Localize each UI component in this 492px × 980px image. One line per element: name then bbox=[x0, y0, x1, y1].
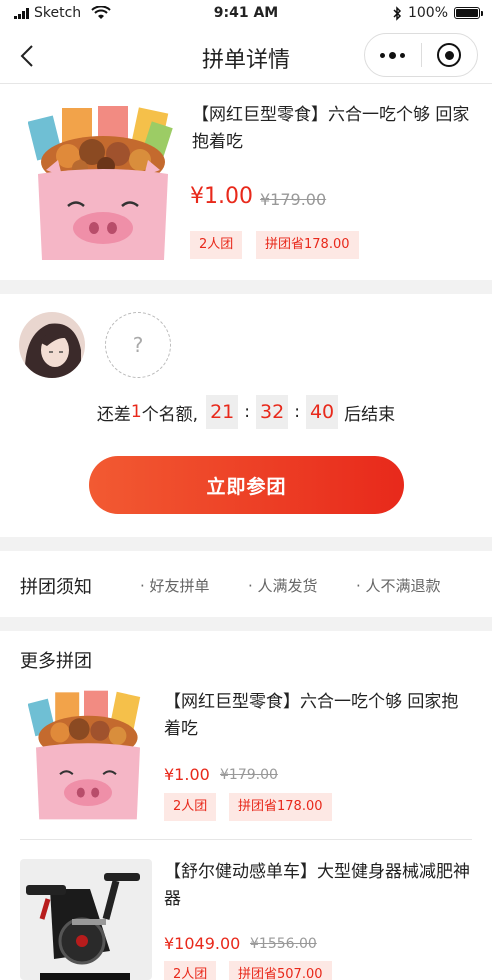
more-dots-icon bbox=[380, 51, 406, 59]
savings-tag: 拼团省178.00 bbox=[229, 793, 332, 821]
group-panel: ? 还差 1 个名额, 21 : 32 : 40 后结束 立即参团 bbox=[0, 294, 492, 537]
product-image bbox=[20, 859, 152, 980]
mini-program-capsule bbox=[364, 33, 478, 77]
remaining-suffix: 个名额, bbox=[141, 404, 199, 425]
status-bar: Sketch 9:41 AM 100% bbox=[0, 0, 492, 28]
savings-tag: 拼团省178.00 bbox=[256, 231, 359, 259]
item-price: ¥1.00 bbox=[164, 765, 210, 784]
product-image bbox=[28, 104, 178, 262]
more-groups-title: 更多拼团 bbox=[20, 651, 92, 672]
join-group-button[interactable]: 立即参团 bbox=[89, 456, 404, 514]
more-button[interactable] bbox=[365, 34, 421, 76]
member-avatar bbox=[19, 312, 85, 378]
ends-label: 后结束 bbox=[344, 404, 396, 425]
group-rules[interactable]: 拼团须知 · 好友拼单 · 人满发货 · 人不满退款 bbox=[0, 551, 492, 617]
close-program-button[interactable] bbox=[421, 34, 477, 76]
nav-bar: 拼单详情 bbox=[0, 28, 492, 84]
bluetooth-icon bbox=[393, 5, 402, 21]
list-item[interactable]: 【舒尔健动感单车】大型健身器械减肥神器 ¥1049.00 ¥1556.00 2人… bbox=[0, 849, 492, 980]
item-title: 【舒尔健动感单车】大型健身器械减肥神器 bbox=[164, 862, 470, 909]
group-size-tag: 2人团 bbox=[164, 961, 217, 980]
savings-tag: 拼团省507.00 bbox=[229, 961, 332, 980]
rule-item: · 好友拼单 bbox=[140, 577, 210, 595]
group-size-tag: 2人团 bbox=[190, 231, 243, 259]
target-icon bbox=[437, 43, 462, 67]
battery-fill bbox=[456, 9, 478, 17]
item-original-price: ¥179.00 bbox=[220, 767, 278, 783]
item-title: 【网红巨型零食】六合一吃个够 回家抱着吃 bbox=[164, 692, 459, 739]
item-original-price: ¥1556.00 bbox=[250, 936, 317, 952]
countdown-separator: : bbox=[294, 402, 300, 422]
battery-percent: 100% bbox=[407, 5, 448, 21]
list-item[interactable]: 【网红巨型零食】六合一吃个够 回家抱着吃 ¥1.00 ¥179.00 2人团 拼… bbox=[0, 679, 492, 839]
status-right: 100% bbox=[393, 5, 483, 21]
group-size-tag: 2人团 bbox=[164, 793, 217, 821]
more-groups: 更多拼团 【网红巨型零食】六合一吃个够 回家抱着吃 ¥1.00 ¥179.00 bbox=[0, 631, 492, 980]
remaining-count: 1 bbox=[130, 402, 142, 422]
remaining-prefix: 还差 bbox=[96, 404, 131, 425]
rule-item: · 人不满退款 bbox=[356, 577, 441, 595]
countdown-separator: : bbox=[244, 402, 251, 422]
countdown-minutes: 32 bbox=[256, 395, 289, 429]
countdown-hours: 21 bbox=[206, 395, 239, 429]
product-price: ¥1.00 bbox=[190, 184, 253, 209]
empty-member-slot: ? bbox=[105, 312, 171, 378]
product-title: 【网红巨型零食】六合一吃个够 回家抱着吃 bbox=[192, 105, 470, 152]
countdown-seconds: 40 bbox=[305, 395, 339, 429]
rule-item: · 人满发货 bbox=[248, 577, 318, 595]
product-original-price: ¥179.00 bbox=[260, 190, 327, 209]
countdown-row: 还差 1 个名额, 21 : 32 : 40 后结束 bbox=[0, 395, 492, 429]
item-price: ¥1049.00 bbox=[164, 934, 241, 953]
product-image bbox=[28, 689, 148, 821]
product-card[interactable]: 【网红巨型零食】六合一吃个够 回家抱着吃 ¥1.00 ¥179.00 2人团 拼… bbox=[0, 84, 492, 280]
list-divider bbox=[20, 839, 472, 840]
rules-title: 拼团须知 bbox=[20, 577, 92, 598]
battery-icon bbox=[454, 7, 483, 19]
